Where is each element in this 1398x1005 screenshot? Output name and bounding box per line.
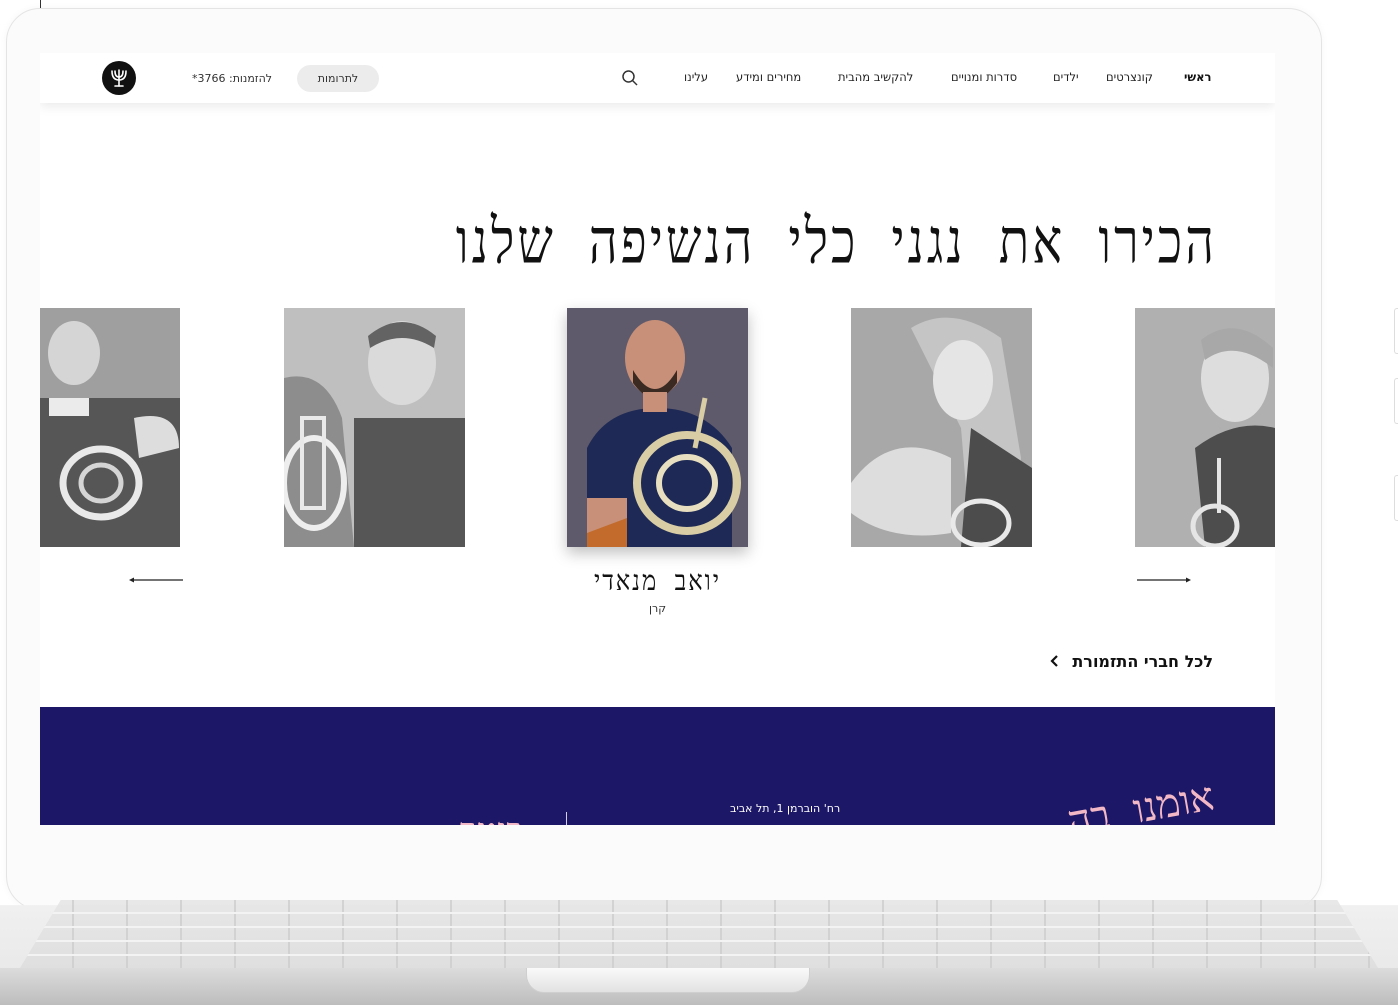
player-card[interactable] [1135, 308, 1275, 547]
footer-divider [566, 812, 567, 825]
menorah-logo-icon[interactable] [102, 61, 136, 95]
player-card[interactable] [40, 308, 180, 547]
all-members-link[interactable]: לכל חברי התזמורת [1050, 652, 1213, 671]
nav-item-prices[interactable]: מחירים ומידע [736, 70, 801, 84]
browser-viewport: ראשי קונצרטים ילדים סדרות ומנויים להקשיב… [40, 53, 1275, 825]
nav-item-home[interactable]: ראשי [1184, 70, 1211, 84]
phone-order-text[interactable]: להזמנות: 3766* [192, 72, 272, 85]
player-card[interactable] [284, 308, 465, 547]
main-nav: ראשי קונצרטים ילדים סדרות ומנויים להקשיב… [40, 53, 1275, 103]
search-icon[interactable] [621, 69, 639, 87]
keyboard-rows [20, 900, 1378, 968]
footer-brand-text: אומנו בה [1064, 773, 1218, 825]
arrow-right-icon[interactable] [1135, 575, 1191, 585]
side-tab [1394, 308, 1398, 354]
featured-player-card[interactable] [567, 308, 748, 547]
footer: אומנו בה רח' הוברמן 1, תל אביב ביטר [40, 707, 1275, 825]
nav-item-listen-home[interactable]: להקשיב מהבית [838, 70, 913, 84]
side-tab [1394, 475, 1398, 521]
chevron-left-icon [1050, 652, 1059, 671]
side-tab [1394, 378, 1398, 424]
nav-item-kids[interactable]: ילדים [1053, 70, 1079, 84]
section-title: הכירו את נגני כלי הנשיפה שלנו [455, 205, 1217, 278]
footer-address: רח' הוברמן 1, תל אביב [730, 802, 841, 815]
footer-brand-text-2: ביטר [460, 811, 523, 825]
trackpad-notch [526, 968, 810, 993]
nav-item-concerts[interactable]: קונצרטים [1106, 70, 1153, 84]
all-members-label: לכל חברי התזמורת [1072, 652, 1213, 671]
featured-player-name: יואב מנאדי [593, 564, 722, 598]
donate-button[interactable]: לתרומות [297, 65, 379, 92]
nav-item-series[interactable]: סדרות ומנויים [951, 70, 1017, 84]
featured-player-instrument: קרן [648, 602, 666, 615]
nav-item-about[interactable]: עלינו [684, 70, 708, 84]
arrow-left-icon[interactable] [129, 575, 185, 585]
player-card[interactable] [851, 308, 1032, 547]
